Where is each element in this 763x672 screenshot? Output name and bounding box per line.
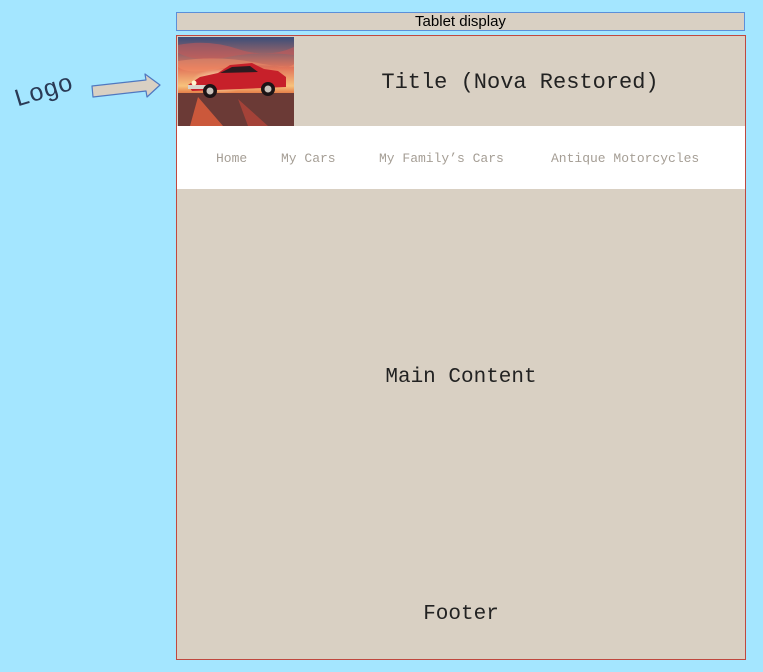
logo-callout-label: Logo bbox=[10, 69, 77, 115]
site-title: Title (Nova Restored) bbox=[381, 70, 659, 95]
nav-item-my-cars[interactable]: My Cars bbox=[281, 126, 336, 192]
footer-placeholder: Footer bbox=[423, 603, 499, 626]
device-label: Tablet display bbox=[176, 12, 745, 31]
arrow-right-icon bbox=[91, 73, 161, 98]
navigation-bar: Home My Cars My Family’s Cars Antique Mo… bbox=[177, 126, 745, 189]
main-content-placeholder: Main Content bbox=[385, 366, 537, 389]
logo-image[interactable] bbox=[178, 37, 294, 126]
tablet-page-frame: Title (Nova Restored) Home My Cars My Fa… bbox=[176, 35, 746, 660]
nav-item-home[interactable]: Home bbox=[216, 126, 247, 192]
nav-item-antique-motorcycles[interactable]: Antique Motorcycles bbox=[551, 126, 699, 192]
nav-item-my-familys-cars[interactable]: My Family’s Cars bbox=[379, 126, 504, 192]
